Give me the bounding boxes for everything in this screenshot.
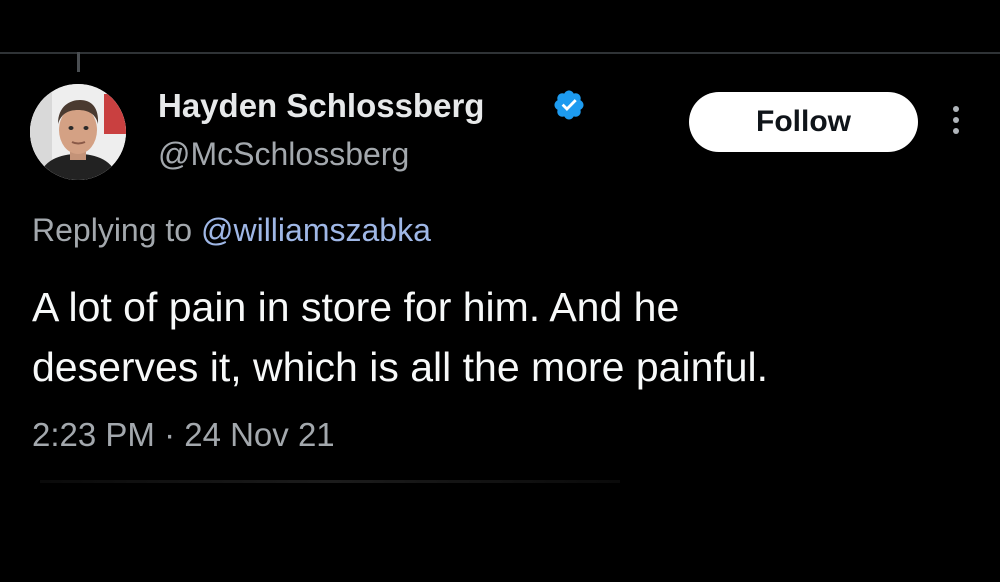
more-dot: [953, 128, 959, 134]
replying-to-line: Replying to @williamszabka: [32, 210, 431, 250]
verified-badge-icon: [554, 90, 584, 120]
faded-divider: [40, 480, 620, 483]
thread-connector-line: [77, 52, 80, 72]
avatar[interactable]: [30, 84, 126, 180]
follow-button[interactable]: Follow: [689, 92, 918, 152]
user-avatar-photo-icon: [30, 84, 126, 180]
author-handle[interactable]: @McSchlossberg: [158, 134, 409, 174]
tweet-text: A lot of pain in store for him. And he d…: [32, 277, 972, 397]
top-divider: [0, 52, 1000, 54]
tweet-text-line: deserves it, which is all the more painf…: [32, 344, 769, 390]
tweet-timestamp[interactable]: 2:23 PM · 24 Nov 21: [32, 415, 335, 455]
replying-to-link[interactable]: @williamszabka: [201, 212, 431, 248]
more-dot: [953, 117, 959, 123]
author-display-name[interactable]: Hayden Schlossberg: [158, 86, 484, 126]
more-dot: [953, 106, 959, 112]
replying-prefix: Replying to: [32, 212, 193, 248]
more-vertical-icon[interactable]: [946, 106, 966, 140]
tweet-text-line: A lot of pain in store for him. And he: [32, 284, 680, 330]
